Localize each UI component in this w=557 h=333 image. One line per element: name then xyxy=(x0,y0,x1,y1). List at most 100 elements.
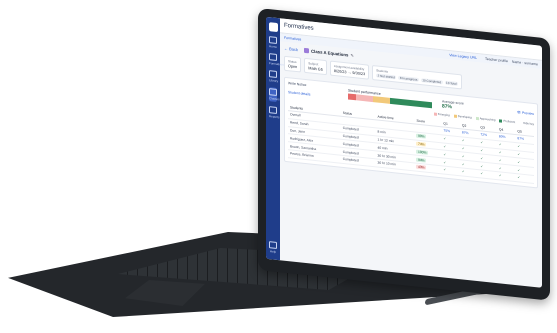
chip-label: In progress xyxy=(402,76,418,82)
class-icon xyxy=(304,47,310,54)
cell-value: 30 hr 30 min xyxy=(377,153,396,160)
cell-value: ✓ xyxy=(498,150,502,155)
legend-item: Developing xyxy=(454,114,472,119)
sidebar-item-help[interactable]: Help xyxy=(269,241,277,254)
cell-value: Doe, Jane xyxy=(290,128,306,134)
subject-card: Subject Math G5 xyxy=(304,57,327,76)
average-score: Average score 87% xyxy=(442,99,464,111)
cell-value: 87% xyxy=(461,130,469,136)
cell-value: Pearce, Brianna xyxy=(290,151,314,159)
legend-item[interactable]: Hide key xyxy=(519,120,534,126)
cell-value: Overall xyxy=(290,112,301,118)
edit-icon[interactable]: ✎ xyxy=(350,53,353,58)
chip-value: 10 xyxy=(422,78,426,83)
table-cell: ✓ xyxy=(496,171,516,182)
cell-value: ✓ xyxy=(461,161,465,167)
cell-value: ✓ xyxy=(517,159,521,165)
cell-value: 72% xyxy=(480,132,488,138)
home-icon xyxy=(269,36,277,44)
chip-label: Not started xyxy=(380,73,395,80)
table-cell: ✓ xyxy=(478,169,497,180)
score-badge: 100% xyxy=(416,149,428,155)
cell-value: 80% xyxy=(498,134,506,140)
score-badge: 90% xyxy=(416,133,427,139)
performance-segment xyxy=(356,94,374,103)
formatives-link[interactable]: Formatives xyxy=(284,36,301,42)
help-icon xyxy=(269,241,277,249)
cell-value: ✓ xyxy=(480,171,484,176)
cell-value: ✓ xyxy=(517,167,521,173)
sidebar-item-reports[interactable]: Reports xyxy=(269,106,280,120)
sidebar-item-label: Help xyxy=(269,249,277,254)
cell-value: ✓ xyxy=(498,173,502,178)
cell-value: Completed xyxy=(342,149,359,156)
preview-button[interactable]: 👁 Preview xyxy=(517,110,534,116)
sidebar-item-label: Classes xyxy=(269,96,280,102)
sidebar-item-label: Reports xyxy=(269,114,280,120)
table-cell: ✓ xyxy=(441,165,460,176)
cell-value: 8 min xyxy=(377,129,386,135)
cell-value: ✓ xyxy=(498,165,502,171)
cell-value: ✓ xyxy=(517,152,521,157)
back-button[interactable]: ← Back xyxy=(284,46,298,52)
back-label: Back xyxy=(289,46,299,53)
table-cell: ✓ xyxy=(459,167,479,178)
performance-segment xyxy=(348,93,357,101)
classes-icon xyxy=(269,88,277,96)
cell-value: ✓ xyxy=(443,152,447,157)
legend-item: Approaching xyxy=(476,116,496,122)
cell-value: ✓ xyxy=(498,158,502,163)
subject-value: Math G5 xyxy=(308,66,323,72)
cell-value: ✓ xyxy=(461,146,465,151)
cell-value: Completed xyxy=(342,133,359,140)
cell-value: ✓ xyxy=(461,154,465,159)
cell-value: ✓ xyxy=(480,148,484,153)
availability-card[interactable]: Assignment availability 8/20/23 → 9/30/2… xyxy=(329,60,370,80)
cell-value: ✓ xyxy=(517,144,521,149)
sidebar-item-classes[interactable]: Classes xyxy=(269,87,280,102)
status-card[interactable]: Status Open xyxy=(284,55,302,73)
reports-icon xyxy=(269,106,277,114)
cell-value: ✓ xyxy=(443,144,447,149)
cell-value: ✓ xyxy=(461,169,465,175)
sidebar-item-library[interactable]: Library xyxy=(269,70,278,83)
library-icon xyxy=(269,70,277,78)
cell-value: 1 hr 12 min xyxy=(377,137,395,144)
sidebar-item-formatives[interactable]: Formatives xyxy=(269,53,284,67)
cell-value: ✓ xyxy=(498,142,502,147)
write-notice: Write Notice xyxy=(288,81,307,88)
cell-value: ✓ xyxy=(461,138,465,143)
laptop-lid: Home Formatives Library Classes Reports xyxy=(258,8,550,301)
score-badge: 94% xyxy=(416,157,427,163)
cell-value: 75% xyxy=(443,128,451,134)
sidebar: Home Formatives Library Classes Reports xyxy=(266,16,284,261)
page-title: Formatives xyxy=(284,22,314,32)
chip-not-started[interactable]: 2 Not started xyxy=(376,73,397,80)
cell-value: ✓ xyxy=(517,175,521,180)
cell-value: ✓ xyxy=(480,156,484,161)
formatives-icon xyxy=(269,53,277,61)
cell-value: 30 hr 10 min xyxy=(377,160,396,167)
laptop: Home Formatives Library Classes Reports xyxy=(0,0,557,333)
cell-value: ✓ xyxy=(443,136,447,141)
table-cell: ✓ xyxy=(515,173,534,184)
main-content: Formatives Formatives View Legacy URL Te… xyxy=(280,18,542,288)
sidebar-item-home[interactable]: Home xyxy=(269,36,277,49)
cell-value: Completed xyxy=(342,141,359,148)
cell-value: 87% xyxy=(517,136,525,142)
performance-segment xyxy=(373,96,390,104)
status-value: Open xyxy=(288,64,298,70)
app-logo xyxy=(268,22,278,33)
app-screen: Home Formatives Library Classes Reports xyxy=(266,16,542,288)
score-badge: 74% xyxy=(416,141,427,147)
chip-total[interactable]: 10 Total xyxy=(444,80,459,87)
cell-value: ✓ xyxy=(443,167,447,173)
cell-value: Completed xyxy=(342,157,359,163)
score-badge: 43% xyxy=(416,164,427,170)
chip-label: Completed xyxy=(426,78,442,85)
sidebar-item-label: Home xyxy=(269,44,278,49)
cell-value: Reed, Sarah xyxy=(290,120,309,127)
table-cell: 43% xyxy=(414,162,442,174)
chip-in-progress[interactable]: 8 In progress xyxy=(398,75,419,82)
preview-label: Preview xyxy=(521,110,534,116)
